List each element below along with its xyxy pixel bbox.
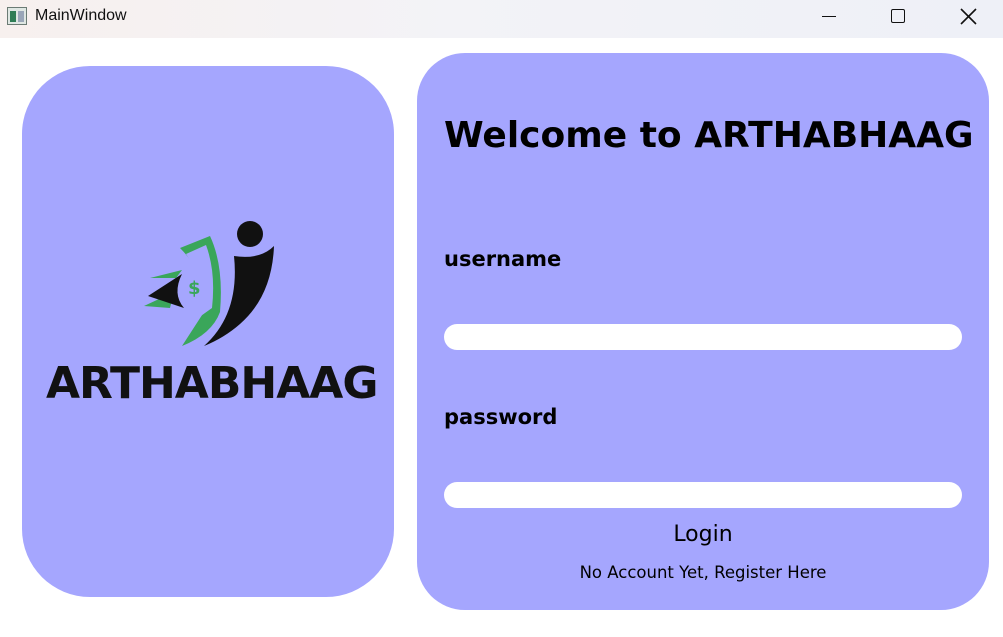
close-icon (960, 8, 977, 25)
register-link[interactable]: No Account Yet, Register Here (553, 563, 853, 582)
close-button[interactable] (945, 0, 991, 34)
window-title: MainWindow (35, 7, 127, 24)
minimize-icon (822, 16, 836, 17)
svg-text:$: $ (188, 278, 201, 299)
brand-card: $ ARTHABHAAG (22, 66, 394, 597)
password-label: password (444, 405, 558, 429)
minimize-button[interactable] (805, 0, 851, 34)
username-field[interactable] (444, 324, 962, 350)
maximize-button[interactable] (874, 0, 920, 34)
money-flying-figure-icon: $ (144, 221, 274, 346)
title-bar: MainWindow (0, 0, 1003, 38)
password-field[interactable] (444, 482, 962, 508)
welcome-heading: Welcome to ARTHABHAAG (444, 115, 974, 156)
login-button[interactable]: Login (653, 522, 753, 552)
username-label: username (444, 247, 562, 271)
login-card: Welcome to ARTHABHAAG username password … (417, 53, 989, 610)
app-icon (7, 7, 27, 25)
maximize-icon (891, 9, 905, 23)
logo-wordmark: ARTHABHAAG (46, 358, 378, 409)
